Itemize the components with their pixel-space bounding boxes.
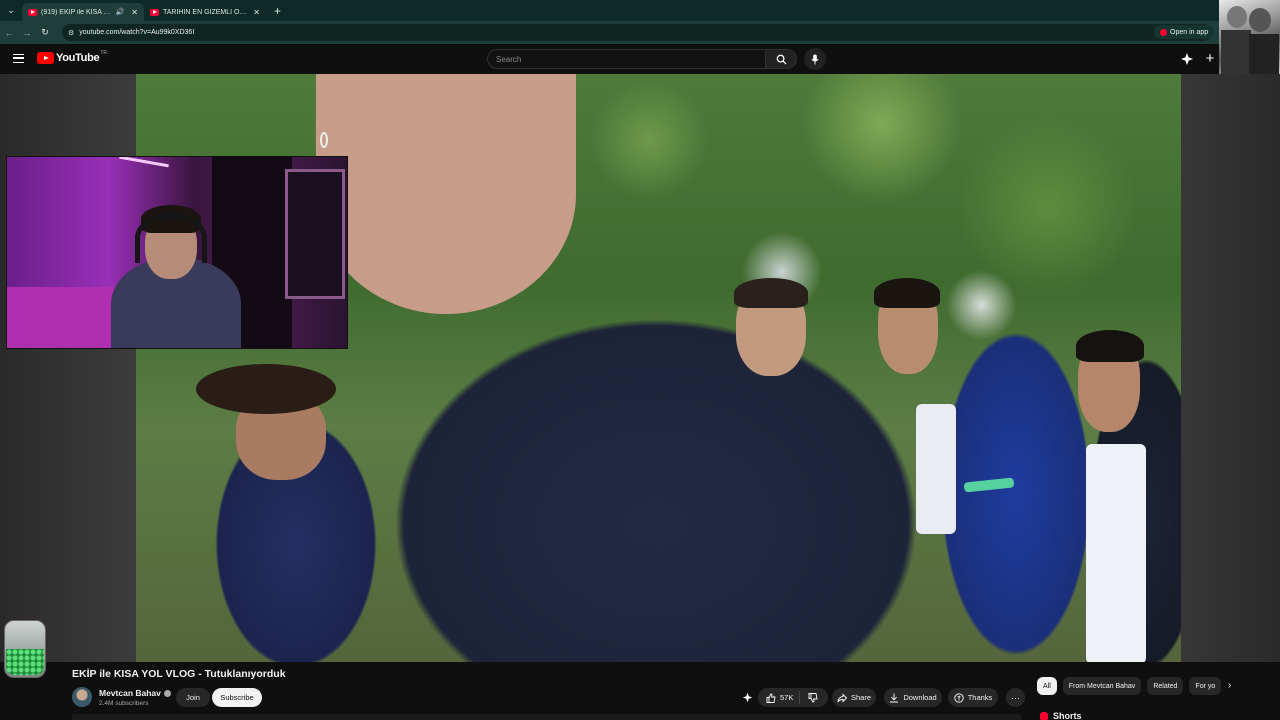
site-info-icon[interactable]: ⚙ bbox=[68, 29, 74, 37]
open-in-app-button[interactable]: Open in app bbox=[1154, 25, 1215, 39]
chip-related[interactable]: Related bbox=[1147, 677, 1184, 695]
like-button[interactable]: 57K bbox=[758, 691, 801, 704]
tab-title: TARİHİN EN GİZEMLİ OLAYI - Yo bbox=[163, 8, 249, 16]
create-button[interactable]: + bbox=[1202, 51, 1218, 67]
like-icon bbox=[766, 693, 776, 703]
youtube-logo-icon bbox=[37, 52, 54, 64]
browser-toolbar: ← → ↻ ⚙ youtube.com/watch?v=Au99k0XD36I … bbox=[0, 21, 1280, 44]
youtube-masthead: YouTube TR Search + bbox=[0, 44, 1219, 74]
tab-title: (919) EKİP ile KISA YOL VLO bbox=[41, 8, 113, 16]
download-button[interactable]: Download bbox=[884, 688, 942, 707]
youtube-favicon-icon bbox=[28, 8, 37, 16]
chip-from-channel[interactable]: From Mevtcan Bahav bbox=[1062, 677, 1142, 695]
video-title: EKİP ile KISA YOL VLOG - Tutuklanıyorduk bbox=[72, 668, 286, 680]
forward-button[interactable]: → bbox=[18, 28, 36, 38]
search-button[interactable] bbox=[765, 49, 797, 69]
jar-widget bbox=[4, 620, 46, 678]
tab-search-icon[interactable]: ⌄ bbox=[0, 0, 22, 21]
share-button[interactable]: Share bbox=[832, 688, 876, 707]
back-button[interactable]: ← bbox=[0, 28, 18, 38]
ask-ai-icon[interactable] bbox=[742, 692, 753, 703]
open-in-app-label: Open in app bbox=[1170, 28, 1209, 36]
chevron-right-icon[interactable]: › bbox=[1228, 680, 1238, 692]
join-button[interactable]: Join bbox=[176, 688, 210, 707]
reload-button[interactable]: ↻ bbox=[36, 27, 54, 38]
youtube-app-icon bbox=[1160, 28, 1167, 36]
chip-all[interactable]: All bbox=[1037, 677, 1057, 695]
address-bar[interactable]: ⚙ youtube.com/watch?v=Au99k0XD36I bbox=[62, 24, 1212, 41]
cast-icon[interactable] bbox=[1180, 52, 1194, 66]
mic-icon bbox=[811, 53, 819, 65]
new-tab-button[interactable]: + bbox=[274, 4, 281, 18]
chip-for-you[interactable]: For yo bbox=[1189, 677, 1222, 695]
download-icon bbox=[890, 693, 899, 702]
menu-icon[interactable] bbox=[13, 54, 24, 63]
url-text: youtube.com/watch?v=Au99k0XD36I bbox=[79, 29, 195, 36]
verified-icon bbox=[163, 690, 171, 698]
youtube-logo-text: YouTube bbox=[56, 52, 100, 64]
tab-other-video[interactable]: TARİHİN EN GİZEMLİ OLAYI - Yo ✕ bbox=[144, 3, 266, 21]
like-dislike-group: 57K bbox=[758, 688, 828, 707]
search-icon bbox=[776, 54, 787, 65]
shorts-icon bbox=[1040, 711, 1048, 720]
thanks-button[interactable]: Thanks bbox=[948, 688, 998, 707]
voice-search-button[interactable] bbox=[804, 48, 826, 70]
channel-avatar[interactable] bbox=[72, 687, 92, 707]
subscribe-button[interactable]: Subscribe bbox=[212, 688, 262, 707]
dislike-button[interactable] bbox=[800, 692, 826, 703]
download-label: Download bbox=[903, 693, 937, 702]
search-input[interactable]: Search bbox=[487, 49, 765, 69]
more-actions-button[interactable]: ··· bbox=[1006, 688, 1025, 707]
channel-name-text: Mevtcan Bahav bbox=[99, 688, 161, 698]
like-count: 57K bbox=[780, 693, 794, 702]
thanks-icon bbox=[954, 692, 964, 703]
browser-tab-strip: ⌄ (919) EKİP ile KISA YOL VLO 🔊 ✕ TARİHİ… bbox=[0, 0, 1280, 21]
dislike-icon bbox=[808, 692, 818, 702]
channel-name[interactable]: Mevtcan Bahav bbox=[99, 688, 171, 698]
share-icon bbox=[837, 692, 847, 703]
tab-current-video[interactable]: (919) EKİP ile KISA YOL VLO 🔊 ✕ bbox=[22, 3, 144, 21]
subscriber-count: 2.4M subscribers bbox=[99, 700, 149, 707]
youtube-logo[interactable]: YouTube TR bbox=[37, 50, 107, 64]
related-filter-chips: All From Mevtcan Bahav Related For yo bbox=[1037, 677, 1227, 695]
close-tab-icon[interactable]: ✕ bbox=[131, 8, 138, 17]
search-placeholder: Search bbox=[496, 54, 522, 64]
shorts-section-header: Shorts bbox=[1040, 711, 1082, 720]
screen: ⌄ (919) EKİP ile KISA YOL VLO 🔊 ✕ TARİHİ… bbox=[0, 0, 1280, 720]
audio-playing-icon[interactable]: 🔊 bbox=[116, 8, 125, 16]
youtube-favicon-icon bbox=[150, 8, 159, 16]
corner-photo-overlay bbox=[1219, 0, 1280, 78]
shorts-label: Shorts bbox=[1053, 711, 1082, 720]
share-label: Share bbox=[850, 693, 871, 702]
description-box[interactable] bbox=[72, 714, 1022, 720]
streamer-facecam bbox=[6, 156, 348, 349]
close-tab-icon[interactable]: ✕ bbox=[253, 8, 260, 17]
region-code: TR bbox=[100, 50, 107, 56]
thanks-label: Thanks bbox=[967, 693, 993, 702]
